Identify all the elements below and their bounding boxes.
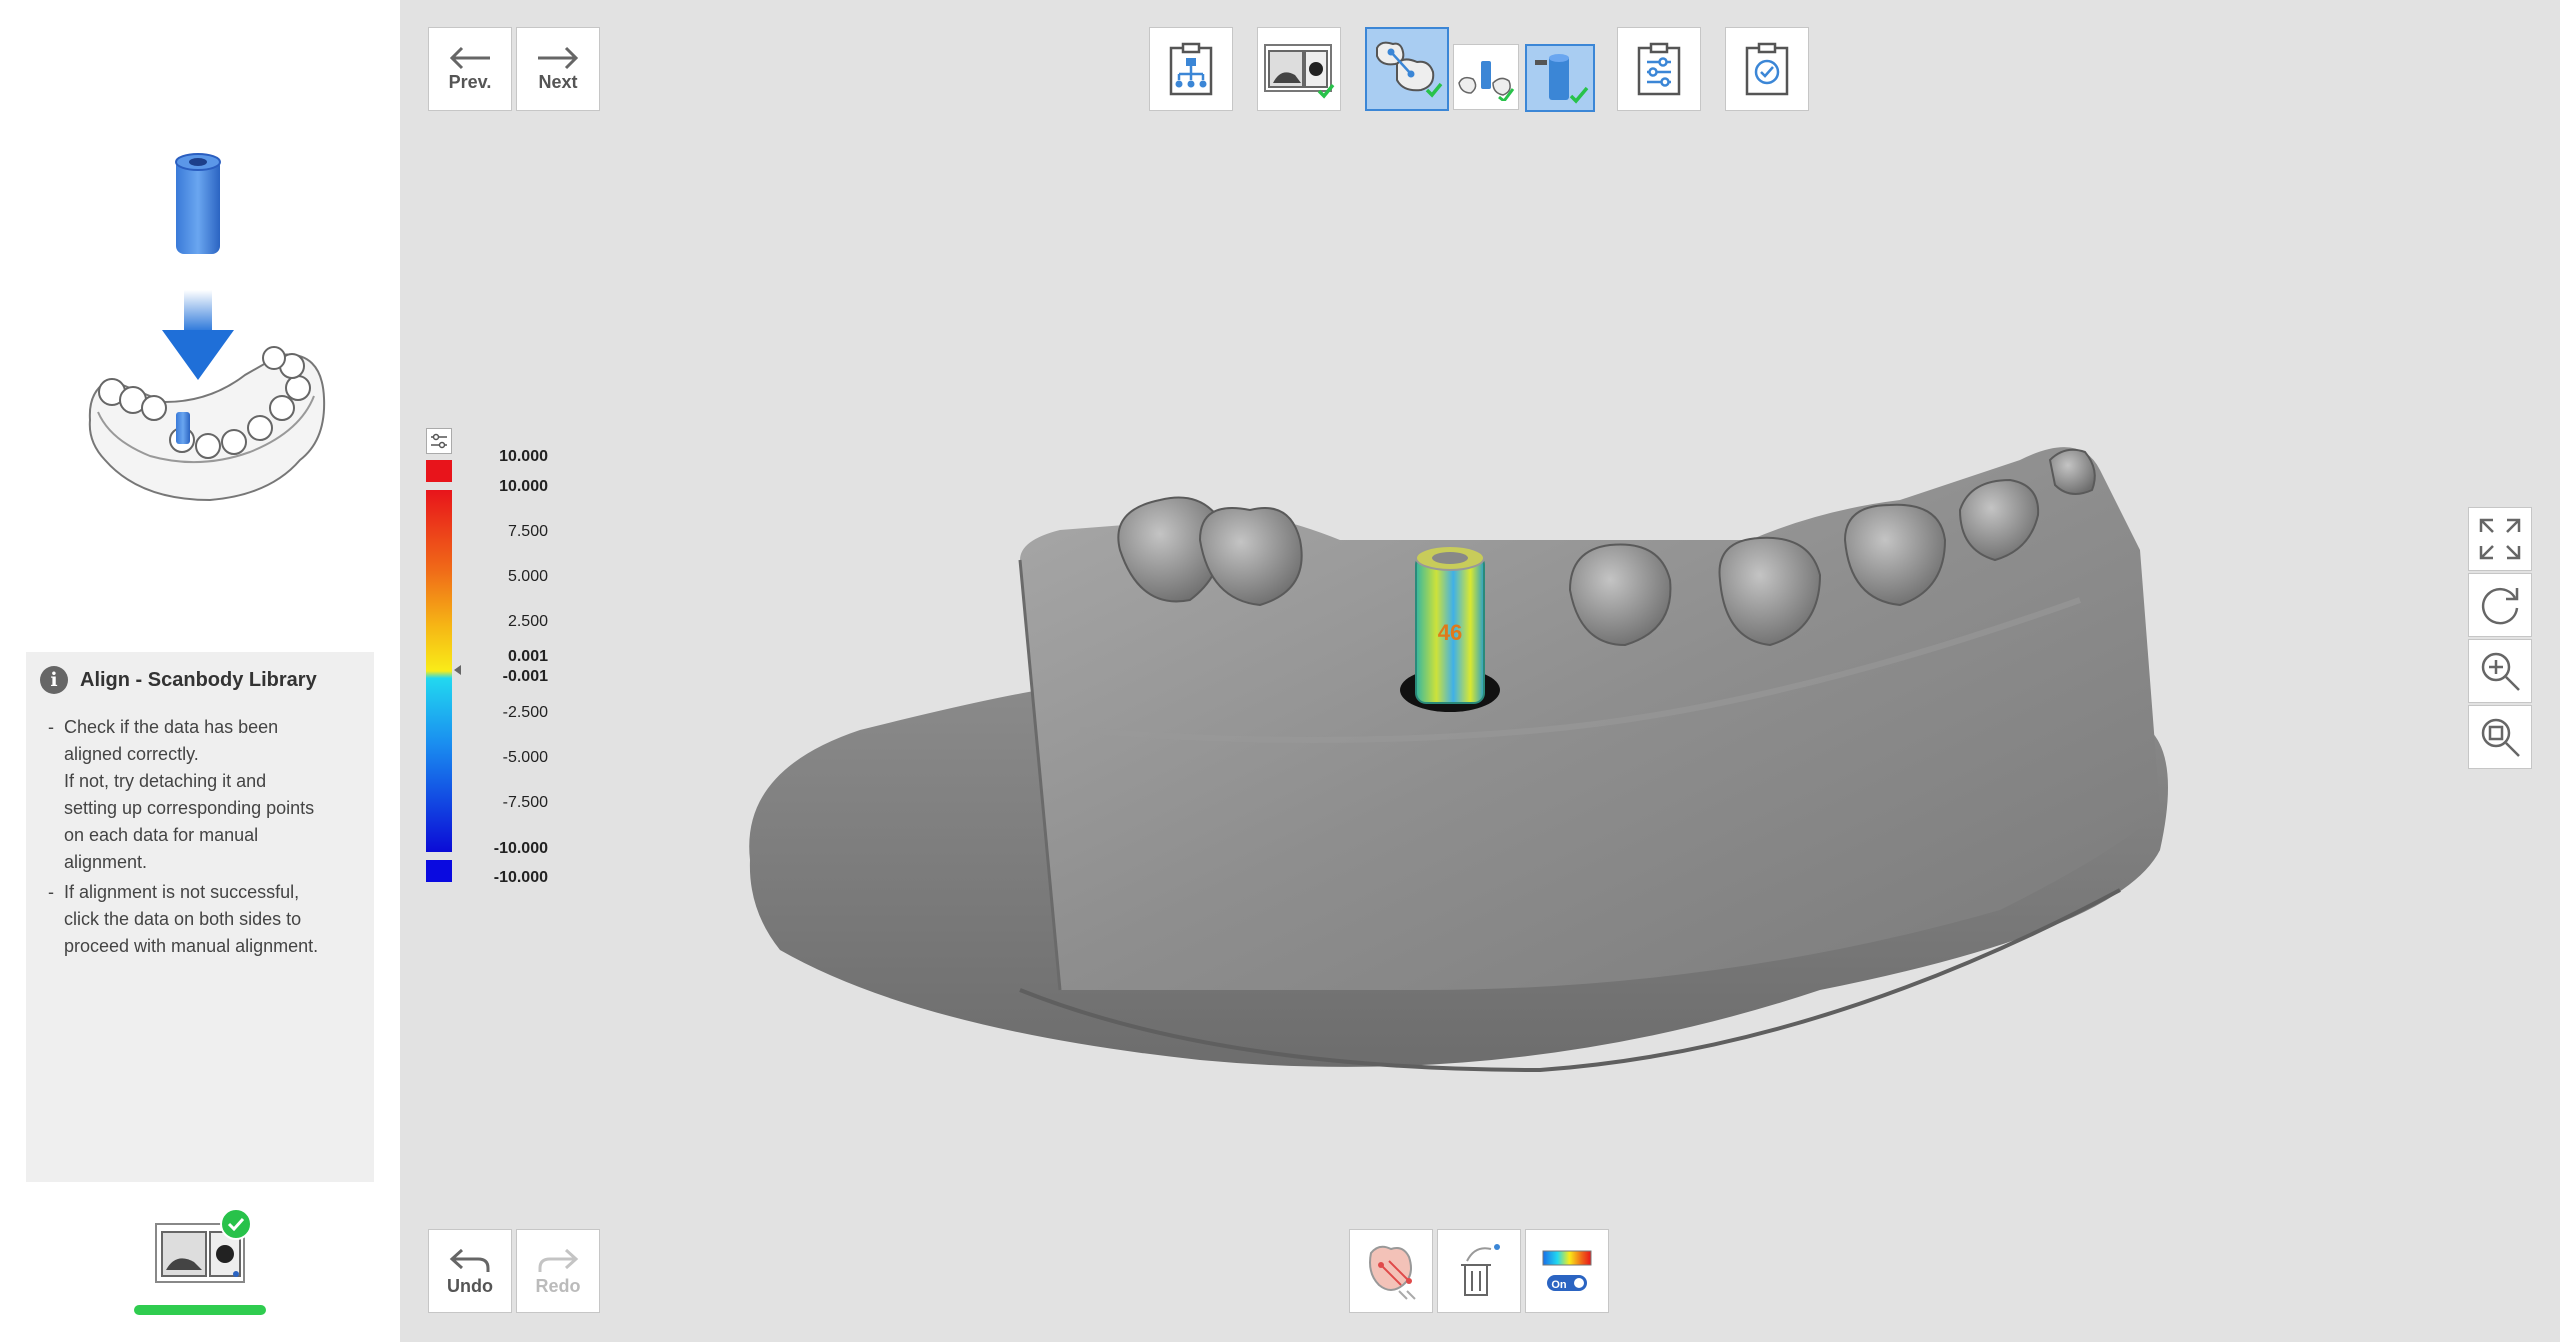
- next-label: Next: [538, 71, 578, 92]
- deviation-color-legend: 10.000 10.000 7.500 5.000 2.500 0.001 -0…: [424, 428, 548, 888]
- info-title: Align - Scanbody Library: [80, 668, 317, 691]
- zoom-in-button[interactable]: [2468, 639, 2532, 703]
- legend-value: 7.500: [507, 523, 548, 540]
- redo-label: Redo: [535, 1275, 581, 1296]
- arrow-right-icon: [538, 46, 579, 69]
- left-panel: i Align - Scanbody Library Check if the …: [0, 0, 400, 1342]
- legend-max-swatch: [426, 460, 452, 482]
- info-item: If alignment is not successful, click th…: [48, 879, 360, 960]
- undo-button[interactable]: Undo: [428, 1229, 512, 1313]
- info-line: click the data on both sides to: [64, 909, 302, 929]
- info-line: alignment.: [64, 852, 148, 872]
- legend-gradient: [426, 490, 452, 852]
- info-line: aligned correctly.: [64, 744, 199, 764]
- sliders-icon: [431, 433, 447, 449]
- align-teeth-icon: [1376, 41, 1443, 98]
- complete-icon: [1745, 42, 1789, 96]
- scanbody-library-icon: [1535, 54, 1589, 104]
- workflow-icon: [1169, 42, 1213, 96]
- legend-value: 0.001: [507, 648, 548, 665]
- redo-button[interactable]: Redo: [516, 1229, 600, 1313]
- info-line: Check if the data has been: [64, 717, 279, 737]
- settings-button[interactable]: [1617, 27, 1701, 111]
- settings-icon: [1637, 42, 1681, 96]
- workflow-button[interactable]: [1149, 27, 1233, 111]
- prev-button[interactable]: Prev.: [428, 27, 512, 111]
- legend-value: -2.500: [502, 704, 548, 721]
- legend-value: 10.000: [499, 478, 548, 495]
- legend-value: -10.000: [493, 840, 548, 857]
- zoom-fit-icon: [2481, 718, 2520, 757]
- info-line: on each data for manual: [64, 825, 259, 845]
- align-scanbody-icon: [1458, 61, 1515, 101]
- reset-view-button[interactable]: [2468, 573, 2532, 637]
- info-list: Check if the data has been aligned corre…: [48, 714, 360, 963]
- expand-icon: [2479, 518, 2521, 560]
- tooth-color-icon: [1369, 1245, 1416, 1300]
- zoom-fit-button[interactable]: [2468, 705, 2532, 769]
- info-line: If alignment is not successful,: [64, 882, 300, 902]
- arrow-left-icon: [449, 46, 490, 69]
- step-complete-check-icon: [220, 1208, 252, 1240]
- delete-data-icon: [1461, 1244, 1500, 1296]
- legend-pointer-icon: [454, 665, 461, 675]
- align-scanbody-button[interactable]: [1453, 44, 1519, 110]
- deviation-map-icon: On: [1542, 1250, 1592, 1291]
- scan-data-button[interactable]: [1257, 27, 1341, 111]
- align-teeth-button[interactable]: [1365, 27, 1449, 111]
- scanbody-alignment-illustration: [88, 153, 326, 502]
- zoom-in-icon: [2481, 652, 2520, 691]
- dental-model-3d-view[interactable]: 46: [720, 430, 2180, 1090]
- info-line: setting up corresponding points: [64, 798, 315, 818]
- info-line: If not, try detaching it and: [64, 771, 267, 791]
- prev-label: Prev.: [448, 71, 492, 92]
- info-item: Check if the data has been aligned corre…: [48, 714, 360, 876]
- toggle-state-label: On: [1551, 1279, 1567, 1291]
- step-progress-bar: [134, 1305, 266, 1315]
- legend-value: -5.000: [502, 749, 548, 766]
- fit-view-button[interactable]: [2468, 507, 2532, 571]
- legend-value: 5.000: [507, 568, 548, 585]
- info-line: proceed with manual alignment.: [64, 936, 319, 956]
- scan-data-icon: [1264, 44, 1335, 99]
- legend-value: 2.500: [507, 613, 548, 630]
- undo-label: Undo: [447, 1275, 493, 1296]
- complete-button[interactable]: [1725, 27, 1809, 111]
- legend-value: -7.500: [502, 794, 548, 811]
- info-panel: i Align - Scanbody Library Check if the …: [26, 652, 374, 1182]
- info-header: i Align - Scanbody Library: [40, 666, 317, 694]
- legend-min-swatch: [426, 860, 452, 882]
- legend-color-bar: [426, 460, 452, 882]
- refresh-icon: [2481, 588, 2519, 625]
- legend-value: -10.000: [493, 869, 548, 886]
- deviation-map-toggle[interactable]: On: [1525, 1229, 1609, 1313]
- legend-value: 10.000: [499, 448, 548, 465]
- redo-icon: [538, 1248, 579, 1272]
- legend-settings-button[interactable]: [426, 428, 452, 454]
- info-icon: i: [40, 666, 68, 694]
- legend-value: -0.001: [502, 668, 548, 685]
- scanbody-library-button[interactable]: [1525, 44, 1595, 112]
- delete-data-button[interactable]: [1437, 1229, 1521, 1313]
- undo-icon: [449, 1248, 490, 1272]
- tooth-number-label: 46: [1438, 620, 1462, 645]
- next-button[interactable]: Next: [516, 27, 600, 111]
- tooth-color-button[interactable]: [1349, 1229, 1433, 1313]
